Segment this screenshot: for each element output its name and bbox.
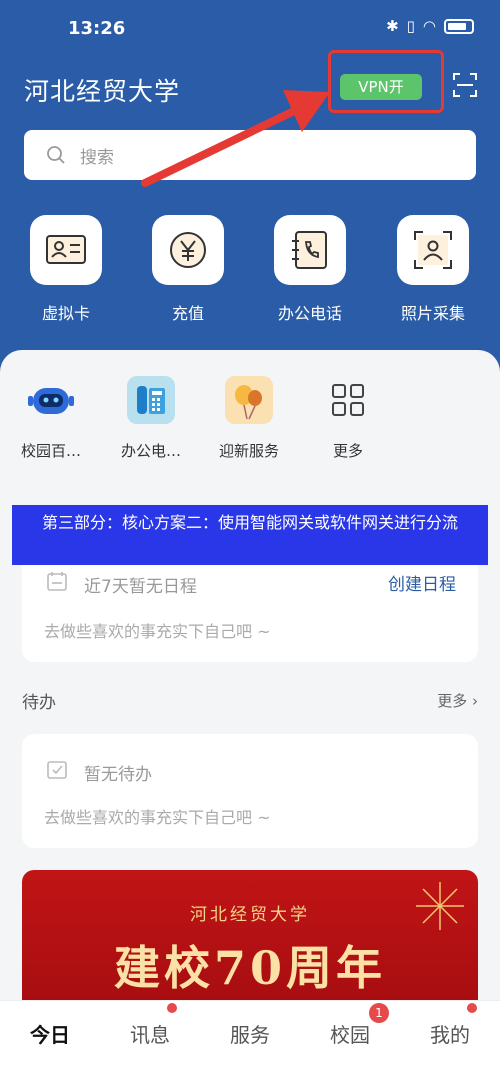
status-icons: ✱ ▯ ◠ xyxy=(386,17,474,35)
service-label: 办公电… xyxy=(120,442,181,460)
calendar-icon xyxy=(47,572,67,591)
bottom-tab-bar: 今日 讯息 服务 校园 1 我的 xyxy=(0,1000,500,1069)
quick-action-photo-capture[interactable]: 照片采集 xyxy=(385,215,481,324)
todo-check-icon xyxy=(47,761,67,779)
yuan-icon xyxy=(152,215,224,285)
tab-services[interactable]: 服务 xyxy=(200,1019,300,1048)
todo-section-title: 待办 xyxy=(22,693,56,713)
anniversary-headline: 建校70周年 xyxy=(113,941,386,995)
service-office-phone[interactable]: 办公电… xyxy=(106,376,196,461)
campus-badge: 1 xyxy=(369,1003,389,1023)
virtual-card-icon xyxy=(30,215,102,285)
status-bar: 13:26 ✱ ▯ ◠ xyxy=(0,0,500,52)
desk-phone-icon xyxy=(127,376,175,424)
schedule-card: 近7天暂无日程 创建日程 去做些喜欢的事充实下自己吧 ~ xyxy=(22,548,478,662)
create-schedule-button[interactable]: 创建日程 xyxy=(388,570,456,595)
quick-action-label: 办公电话 xyxy=(277,304,342,323)
vpn-toggle[interactable]: VPN开 xyxy=(340,74,422,100)
robot-icon xyxy=(27,376,75,424)
todo-more-link[interactable]: 更多 › xyxy=(437,690,478,711)
balloons-icon xyxy=(225,376,273,424)
service-freshman[interactable]: 迎新服务 xyxy=(204,376,294,461)
photo-capture-icon xyxy=(397,215,469,285)
tab-profile[interactable]: 我的 xyxy=(400,1019,500,1048)
service-campus-encyclopedia[interactable]: 校园百… xyxy=(6,376,96,461)
quick-action-label: 虚拟卡 xyxy=(41,304,90,323)
todo-title: 暂无待办 xyxy=(84,765,152,785)
schedule-title: 近7天暂无日程 xyxy=(84,577,197,597)
grid-icon xyxy=(324,376,372,424)
tab-campus[interactable]: 校园 xyxy=(300,1019,400,1048)
chevron-right-icon: › xyxy=(472,692,478,710)
scan-icon[interactable] xyxy=(452,72,478,98)
quick-action-office-phone[interactable]: 办公电话 xyxy=(262,215,358,324)
quick-action-label: 照片采集 xyxy=(400,304,465,323)
battery-icon xyxy=(444,18,474,34)
office-phone-icon xyxy=(274,215,346,285)
anniversary-school-name: 河北经贸大学 xyxy=(190,905,310,925)
search-placeholder: 搜索 xyxy=(80,148,114,168)
vibrate-icon: ▯ xyxy=(406,17,415,35)
schedule-subtitle: 去做些喜欢的事充实下自己吧 ~ xyxy=(44,622,271,641)
todo-subtitle: 去做些喜欢的事充实下自己吧 ~ xyxy=(44,808,271,827)
service-more[interactable]: 更多 xyxy=(303,376,393,461)
caption-banner: 第三部分：核心方案二：使用智能网关或软件网关进行分流 xyxy=(12,505,488,565)
quick-action-label: 充值 xyxy=(171,304,204,323)
profile-dot xyxy=(467,1003,477,1013)
todo-card: 暂无待办 去做些喜欢的事充实下自己吧 ~ xyxy=(22,734,478,848)
bluetooth-icon: ✱ xyxy=(386,17,399,35)
service-label: 迎新服务 xyxy=(218,442,279,460)
search-bar[interactable]: 搜索 xyxy=(24,130,476,180)
tab-messages[interactable]: 讯息 xyxy=(100,1019,200,1048)
todo-more-label: 更多 xyxy=(437,692,468,710)
search-icon xyxy=(47,146,65,164)
service-label: 校园百… xyxy=(20,442,81,460)
service-label: 更多 xyxy=(332,442,363,460)
tab-today[interactable]: 今日 xyxy=(0,1019,100,1048)
quick-action-recharge[interactable]: 充值 xyxy=(140,215,236,324)
messages-dot xyxy=(167,1003,177,1013)
status-time: 13:26 xyxy=(68,18,126,39)
anniversary-banner[interactable]: 河北经贸大学 建校70周年 xyxy=(22,870,478,1020)
wifi-icon: ◠ xyxy=(422,17,436,35)
app-title: 河北经贸大学 xyxy=(24,77,181,106)
quick-action-virtual-card[interactable]: 虚拟卡 xyxy=(18,215,114,324)
